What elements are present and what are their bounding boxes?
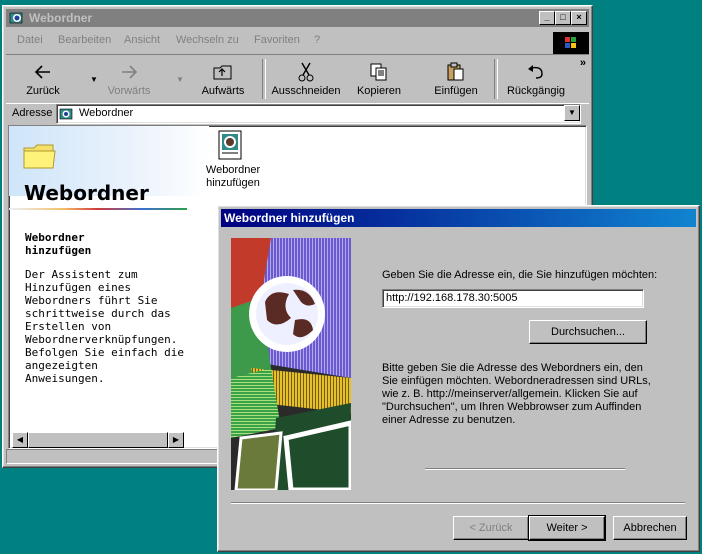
toolbar: Zurück ▼ Vorwärts ▼ Aufwärts Ausschneide… [6, 54, 589, 104]
status-pane [6, 449, 218, 464]
up-folder-icon [188, 61, 258, 83]
copy-icon [344, 61, 414, 83]
windows-logo-icon [553, 32, 589, 54]
back-wizard-button[interactable]: < Zurück [453, 516, 529, 540]
cut-button[interactable]: Ausschneiden [268, 57, 344, 101]
undo-button[interactable]: Rückgängig [502, 57, 570, 101]
scissors-icon [268, 61, 344, 83]
info-panel-heading: Webordner [24, 181, 149, 205]
menu-wechseln-zu[interactable]: Wechseln zu [176, 34, 239, 46]
address-value: Webordner [79, 107, 134, 119]
menu-bar: Datei Bearbeiten Ansicht Wechseln zu Fav… [6, 30, 589, 50]
back-label: Zurück [26, 85, 60, 97]
copy-label: Kopieren [356, 85, 402, 97]
toolbar-separator [262, 59, 266, 99]
next-button[interactable]: Weiter > [528, 515, 606, 541]
dialog-titlebar[interactable]: Webordner hinzufügen [221, 209, 696, 227]
add-web-folder-item-label[interactable]: Webordner hinzufügen [195, 164, 271, 190]
undo-label: Rückgängig [506, 85, 566, 97]
info-panel-description: Der Assistent zum Hinzufügen eines Webor… [25, 268, 184, 385]
explorer-title: Webordner [29, 11, 93, 25]
toolbar-separator [494, 59, 498, 99]
folder-icon [23, 142, 57, 173]
progress-divider [425, 468, 625, 470]
add-web-folder-item-icon[interactable] [217, 130, 245, 165]
forward-button[interactable]: Vorwärts [94, 57, 164, 101]
copy-button[interactable]: Kopieren [344, 57, 414, 101]
wizard-illustration [231, 238, 351, 490]
info-panel-subheading: Webordner hinzufügen [25, 231, 92, 257]
address-dropdown-button[interactable]: ▼ [564, 105, 580, 121]
address-field[interactable]: Webordner ▼ [56, 104, 581, 124]
menu-datei[interactable]: Datei [17, 34, 43, 46]
back-button[interactable]: Zurück [8, 57, 78, 101]
scroll-left-button[interactable]: ◀ [12, 432, 28, 448]
undo-icon [502, 61, 570, 83]
scroll-thumb[interactable] [28, 432, 168, 448]
back-arrow-icon [8, 61, 78, 83]
dialog-title: Webordner hinzufügen [224, 211, 355, 225]
scroll-right-button[interactable]: ▶ [168, 432, 184, 448]
up-label: Aufwärts [201, 85, 245, 97]
forward-label: Vorwärts [107, 85, 151, 97]
horizontal-scrollbar[interactable]: ◀ ▶ [12, 432, 184, 448]
url-prompt-label: Geben Sie die Adresse ein, die Sie hinzu… [382, 269, 658, 281]
menu-help[interactable]: ? [314, 34, 320, 46]
forward-arrow-icon [94, 61, 164, 83]
menu-bearbeiten[interactable]: Bearbeiten [58, 34, 111, 46]
add-web-folder-dialog: Webordner hinzufügen Geben Sie die Adres… [217, 205, 700, 552]
web-folder-icon [59, 107, 75, 124]
maximize-button[interactable]: □ [555, 11, 571, 25]
address-bar: Adresse Webordner ▼ [6, 102, 589, 124]
close-button[interactable]: × [571, 11, 587, 25]
up-button[interactable]: Aufwärts [188, 57, 258, 101]
address-label: Adresse [12, 107, 53, 119]
paste-label: Einfügen [434, 85, 478, 97]
explorer-titlebar[interactable]: Webordner _ □ × [6, 9, 589, 27]
web-folder-icon [9, 10, 25, 26]
info-panel-divider [9, 208, 187, 210]
forward-dropdown-icon[interactable]: ▼ [176, 75, 184, 84]
minimize-button[interactable]: _ [539, 11, 555, 25]
menu-ansicht[interactable]: Ansicht [124, 34, 160, 46]
help-text: Bitte geben Sie die Adresse des Webordne… [382, 362, 651, 426]
browse-button[interactable]: Durchsuchen... [529, 320, 647, 344]
paste-button[interactable]: Einfügen [421, 57, 491, 101]
cut-label: Ausschneiden [271, 85, 341, 97]
toolbar-more-button[interactable]: » [580, 57, 586, 69]
menu-favoriten[interactable]: Favoriten [254, 34, 300, 46]
cancel-button[interactable]: Abbrechen [613, 516, 687, 540]
url-input-value: http://192.168.178.30:5005 [386, 292, 518, 304]
url-input[interactable]: http://192.168.178.30:5005 [382, 289, 644, 308]
dialog-separator [231, 502, 685, 504]
clipboard-icon [421, 61, 491, 83]
